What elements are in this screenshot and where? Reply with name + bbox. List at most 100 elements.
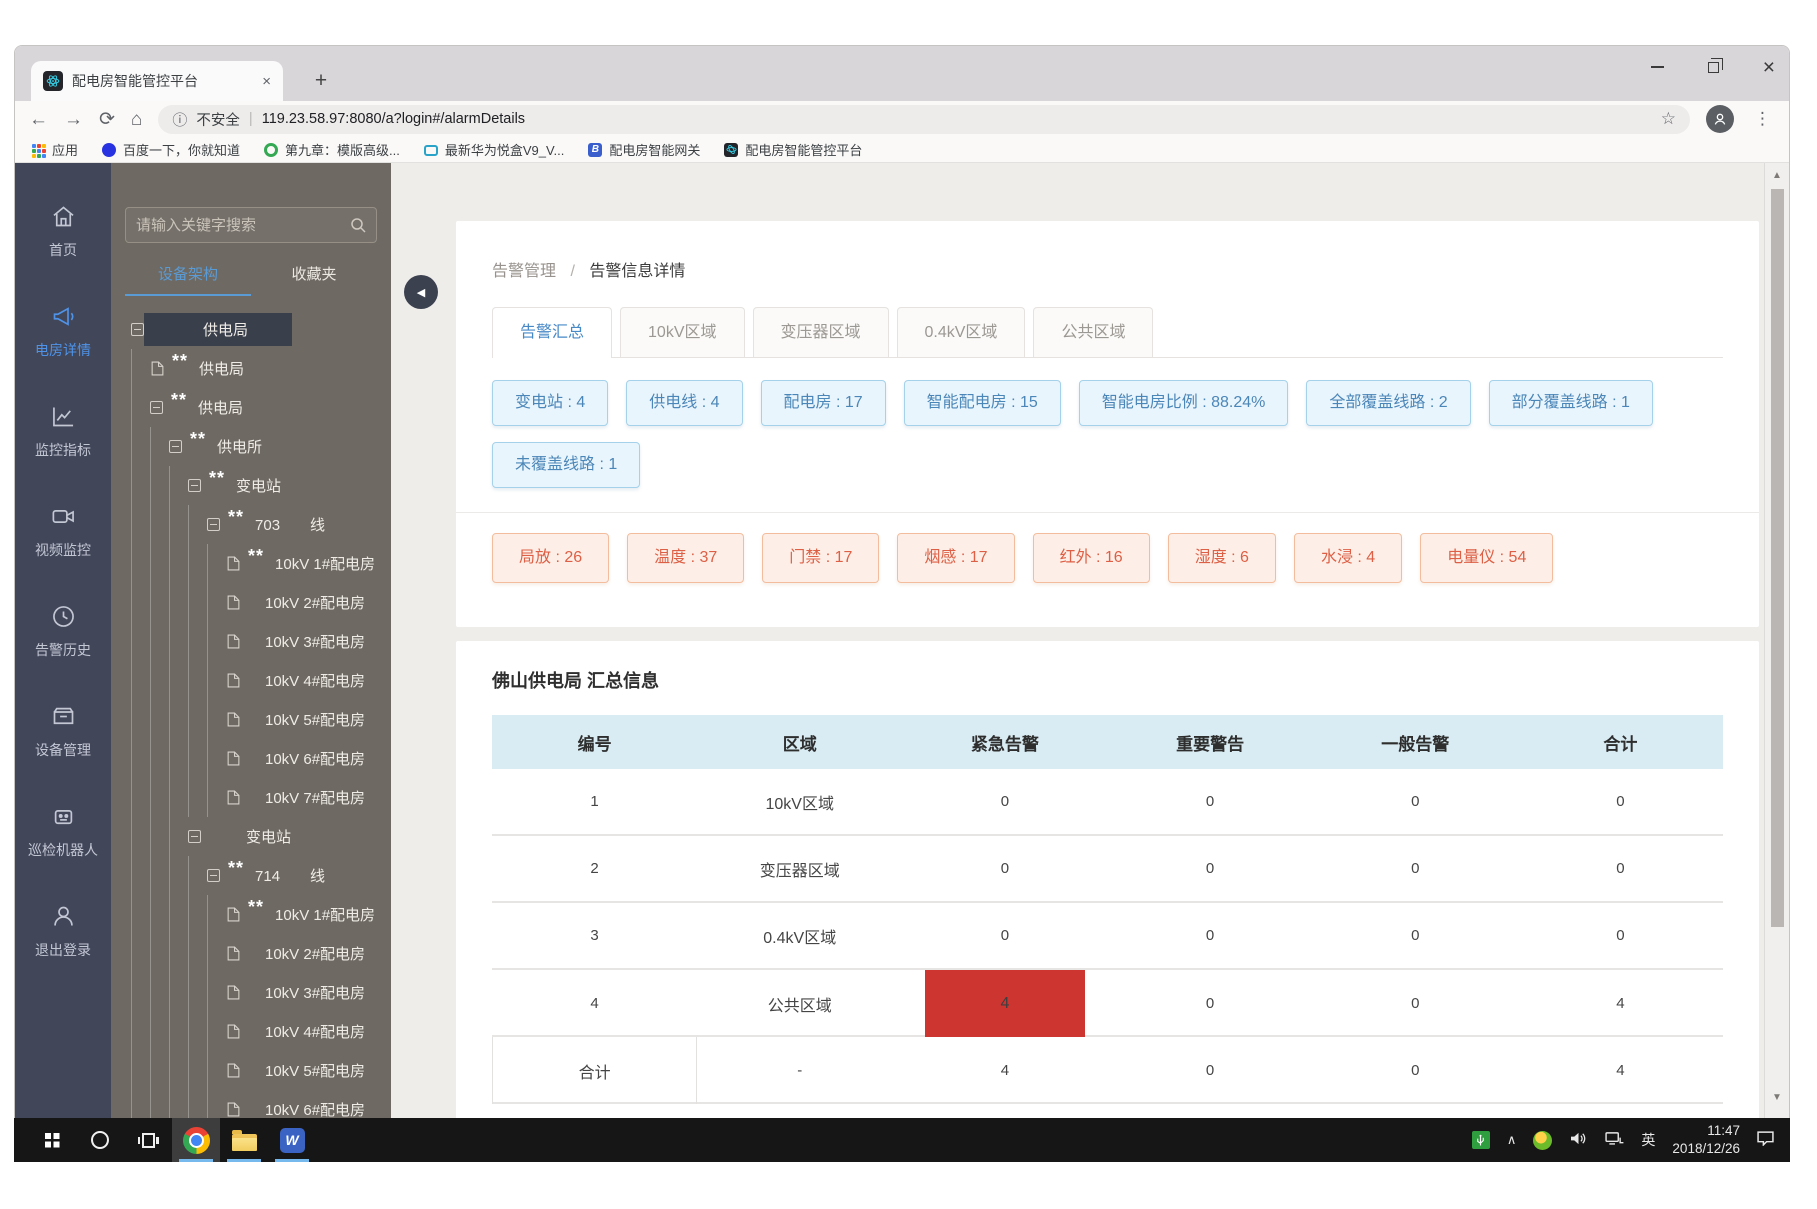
sidebar-item-monitor-metrics[interactable]: 监控指标 (15, 381, 111, 481)
tree-node[interactable]: **供电局 (125, 349, 377, 388)
stat-no-coverage[interactable]: 未覆盖线路 : 1 (492, 442, 640, 488)
scroll-down-icon[interactable]: ▼ (1772, 1085, 1782, 1111)
collapse-box-icon[interactable] (207, 869, 220, 882)
new-tab-button[interactable]: + (307, 69, 335, 93)
page-scrollbar[interactable]: ▲ ▼ (1764, 163, 1789, 1161)
network-icon[interactable] (1605, 1131, 1624, 1149)
sidebar-item-video[interactable]: 视频监控 (15, 481, 111, 581)
tab-device-structure[interactable]: 设备架构 (125, 263, 251, 296)
stat-smart-room[interactable]: 智能配电房 : 15 (904, 380, 1061, 426)
back-icon[interactable]: ← (29, 110, 48, 129)
ime-indicator[interactable]: 英 (1641, 1130, 1655, 1150)
tree-node[interactable]: 10kV 5#配电房 (125, 1051, 377, 1090)
tab-04kv-area[interactable]: 0.4kV区域 (897, 307, 1026, 357)
sidebar-item-device-mgmt[interactable]: 设备管理 (15, 681, 111, 781)
taskbar-wps-button[interactable]: W (268, 1118, 316, 1162)
tree-node[interactable]: 10kV 4#配电房 (125, 661, 377, 700)
collapse-box-icon[interactable] (169, 440, 182, 453)
start-button[interactable] (28, 1118, 76, 1162)
breadcrumb-parent[interactable]: 告警管理 (492, 263, 556, 280)
tree-node[interactable]: 10kV 6#配电房 (125, 739, 377, 778)
tab-close-icon[interactable]: × (262, 73, 271, 90)
sidebar-item-robot[interactable]: 巡检机器人 (15, 781, 111, 881)
collapse-box-icon[interactable] (131, 323, 144, 336)
taskbar-clock[interactable]: 11:47 2018/12/26 (1672, 1122, 1740, 1157)
tree-collapse-button[interactable]: ◀ (404, 275, 438, 309)
tab-transformer-area[interactable]: 变压器区域 (753, 307, 889, 357)
stat-infrared[interactable]: 红外 : 16 (1033, 533, 1150, 583)
stat-smart-ratio[interactable]: 智能电房比例 : 88.24% (1079, 380, 1289, 426)
antivirus-tray-icon[interactable] (1533, 1131, 1552, 1150)
tree-node[interactable]: 10kV 7#配电房 (125, 778, 377, 817)
tab-public-area[interactable]: 公共区域 (1033, 307, 1153, 357)
reload-icon[interactable]: ⟳ (99, 110, 115, 129)
collapse-box-icon[interactable] (150, 401, 163, 414)
tree-search-box[interactable] (125, 207, 377, 243)
tab-10kv-area[interactable]: 10kV区域 (620, 307, 744, 357)
stat-substation[interactable]: 变电站 : 4 (492, 380, 608, 426)
bookmark-baidu[interactable]: 百度一下，你就知道 (102, 140, 240, 159)
sidebar-item-home[interactable]: 首页 (15, 181, 111, 281)
stat-supply-line[interactable]: 供电线 : 4 (626, 380, 742, 426)
tab-alarm-summary[interactable]: 告警汇总 (492, 307, 612, 358)
usb-tray-icon[interactable] (1472, 1131, 1490, 1149)
tree-node[interactable]: 供电局 (125, 310, 377, 349)
tree-node[interactable]: 10kV 2#配电房 (125, 583, 377, 622)
cortana-button[interactable] (76, 1118, 124, 1162)
scrollbar-thumb[interactable] (1771, 189, 1784, 927)
tree-node[interactable]: 变电站 (125, 817, 377, 856)
stat-full-coverage[interactable]: 全部覆盖线路 : 2 (1306, 380, 1470, 426)
tab-favorites[interactable]: 收藏夹 (251, 263, 377, 296)
browser-tab[interactable]: 配电房智能管控平台 × (31, 61, 283, 101)
tree-node[interactable]: 10kV 4#配电房 (125, 1012, 377, 1051)
tree-node[interactable]: 10kV 5#配电房 (125, 700, 377, 739)
home-icon[interactable]: ⌂ (131, 110, 142, 129)
info-icon[interactable]: ⓘ (172, 109, 187, 130)
bookmark-platform[interactable]: 配电房智能管控平台 (724, 140, 862, 159)
minimize-icon[interactable] (1651, 66, 1664, 68)
tree-node[interactable]: 10kV 3#配电房 (125, 973, 377, 1012)
volume-icon[interactable] (1569, 1131, 1588, 1149)
task-view-button[interactable] (124, 1118, 172, 1162)
stat-door[interactable]: 门禁 : 17 (762, 533, 879, 583)
tree-node[interactable]: 10kV 3#配电房 (125, 622, 377, 661)
tree-node[interactable]: **供电所 (125, 427, 377, 466)
stat-smoke[interactable]: 烟感 : 17 (897, 533, 1014, 583)
sidebar-item-logout[interactable]: 退出登录 (15, 881, 111, 981)
sidebar-item-room-details[interactable]: 电房详情 (15, 281, 111, 381)
collapse-box-icon[interactable] (188, 830, 201, 843)
tree-node[interactable]: **10kV 1#配电房 (125, 544, 377, 583)
bookmark-star-icon[interactable]: ☆ (1661, 109, 1676, 129)
profile-avatar[interactable] (1706, 105, 1734, 133)
stat-meter[interactable]: 电量仪 : 54 (1420, 533, 1553, 583)
action-center-icon[interactable] (1757, 1131, 1774, 1149)
forward-icon[interactable]: → (64, 110, 83, 129)
bookmark-gateway[interactable]: B配电房智能网关 (588, 140, 700, 159)
scroll-up-icon[interactable]: ▲ (1772, 163, 1782, 189)
tray-chevron-icon[interactable]: ∧ (1507, 1132, 1517, 1148)
search-input[interactable] (136, 217, 344, 234)
taskbar-explorer-button[interactable] (220, 1118, 268, 1162)
stat-temperature[interactable]: 温度 : 37 (627, 533, 744, 583)
sidebar-item-alarm-history[interactable]: 告警历史 (15, 581, 111, 681)
tree-node[interactable]: **变电站 (125, 466, 377, 505)
bookmark-tv[interactable]: 最新华为悦盒V9_V... (424, 140, 564, 159)
tree-node[interactable]: **714 线 (125, 856, 377, 895)
stat-flood[interactable]: 水浸 : 4 (1294, 533, 1402, 583)
collapse-box-icon[interactable] (188, 479, 201, 492)
stat-partial-coverage[interactable]: 部分覆盖线路 : 1 (1489, 380, 1653, 426)
browser-menu-icon[interactable]: ⋮ (1750, 109, 1775, 129)
restore-icon[interactable] (1708, 62, 1719, 73)
collapse-box-icon[interactable] (207, 518, 220, 531)
bookmark-apps[interactable]: 应用 (31, 140, 78, 159)
tree-node[interactable]: **供电局 (125, 388, 377, 427)
address-bar[interactable]: ⓘ 不安全 | 119.23.58.97:8080/a?login#/alarm… (158, 105, 1690, 134)
tree-node[interactable]: **703 线 (125, 505, 377, 544)
stat-dist-room[interactable]: 配电房 : 17 (761, 380, 886, 426)
tree-node[interactable]: 10kV 2#配电房 (125, 934, 377, 973)
stat-partial-discharge[interactable]: 局放 : 26 (492, 533, 609, 583)
taskbar-chrome-button[interactable] (172, 1118, 220, 1162)
bookmark-template[interactable]: 第九章：模版高级... (264, 140, 400, 159)
close-icon[interactable]: × (1763, 57, 1775, 78)
tree-node[interactable]: **10kV 1#配电房 (125, 895, 377, 934)
